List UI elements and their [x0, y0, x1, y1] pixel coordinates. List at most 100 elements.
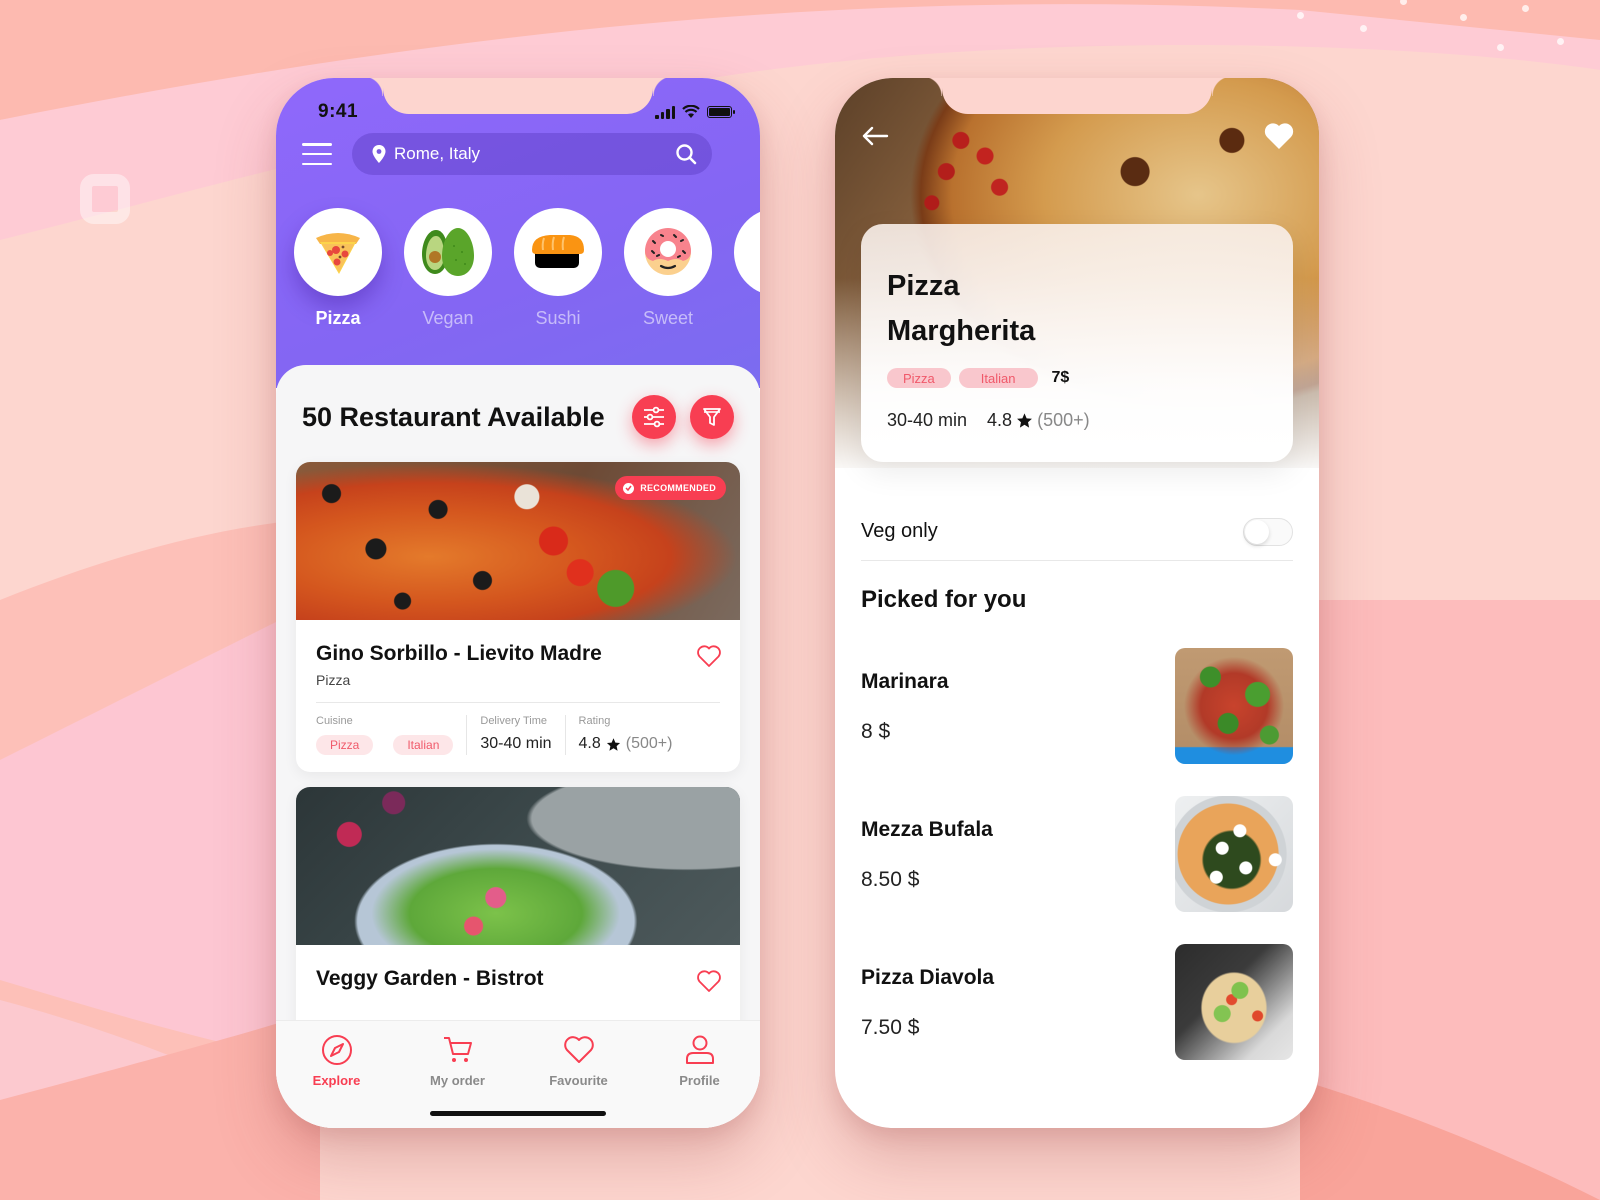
- available-header: 50 Restaurant Available: [302, 395, 734, 439]
- hamburger-menu-icon[interactable]: [302, 143, 332, 165]
- avocado-icon: [422, 228, 474, 276]
- category-label: Sushi: [535, 308, 581, 328]
- restaurant-info-row: Cuisine Pizza Italian Delivery Time 30-4…: [316, 715, 720, 755]
- cuisine-tags: Pizza Italian: [316, 735, 454, 755]
- restaurant-type: Pizza: [316, 672, 351, 688]
- cuisine-tag: Pizza: [316, 735, 374, 755]
- restaurant-card[interactable]: RECOMMENDED Gino Sorbillo - Lievito Madr…: [296, 462, 740, 772]
- cuisine-tag: Italian: [393, 735, 454, 755]
- status-icons: [655, 105, 735, 119]
- category-carousel: Pizza Vegan Sushi Sweet: [294, 208, 760, 329]
- check-circle-icon: [623, 482, 635, 494]
- picked-item-name: Mezza Bufala: [861, 818, 993, 841]
- restaurant-name: Gino Sorbillo - Lievito Madre: [316, 642, 602, 665]
- heart-filled-icon: [1264, 123, 1294, 149]
- sushi-icon: [532, 235, 584, 268]
- background: [0, 0, 1600, 1200]
- top-bar: [302, 133, 712, 175]
- filter-funnel-icon: [703, 408, 721, 426]
- dish-meta: 30-40 min 4.8 (500+): [887, 410, 1267, 431]
- search-icon[interactable]: [674, 142, 698, 166]
- heart-icon: [563, 1036, 594, 1063]
- cart-icon: [443, 1037, 472, 1062]
- nav-profile[interactable]: Profile: [655, 1033, 745, 1128]
- status-bar: 9:41: [318, 100, 735, 124]
- location-search-bar[interactable]: [352, 133, 712, 175]
- star-icon: [606, 737, 620, 751]
- restaurant-photo: RECOMMENDED: [296, 462, 740, 620]
- restaurant-name: Veggy Garden - Bistrot: [316, 967, 544, 990]
- back-button[interactable]: [857, 118, 893, 154]
- picked-item-photo: [1175, 796, 1293, 912]
- picked-item[interactable]: Marinara 8 $: [861, 648, 1293, 764]
- explore-screen-phone: 9:41 Rome, Italy Pizza Vegan Sushi Sweet…: [276, 78, 760, 1128]
- dish-detail-screen-phone: Pizza Margherita Pizza Italian 7$ 30-40 …: [835, 78, 1319, 1128]
- restaurant-card[interactable]: Veggy Garden - Bistrot: [296, 787, 740, 1047]
- category-label: Pizza: [315, 308, 361, 328]
- decorative-dot: [1297, 12, 1304, 19]
- picked-item-photo: [1175, 944, 1293, 1060]
- restaurant-list-panel: 50 Restaurant Available RECOMMENDED Gino…: [276, 365, 760, 1128]
- brand-logo-mark: [80, 174, 130, 224]
- favorite-button[interactable]: [1261, 118, 1297, 154]
- picked-item-name: Marinara: [861, 670, 949, 693]
- recommended-badge: RECOMMENDED: [615, 476, 726, 500]
- favorite-heart-icon[interactable]: [696, 644, 722, 668]
- donut-icon: [645, 228, 691, 275]
- dish-tag: Pizza: [887, 368, 951, 388]
- picked-item-price: 7.50 $: [861, 1016, 920, 1039]
- star-icon: [1017, 413, 1033, 428]
- arrow-left-icon: [862, 126, 889, 146]
- dish-price: 7$: [1051, 369, 1070, 386]
- dish-info-card: Pizza Margherita Pizza Italian 7$ 30-40 …: [861, 224, 1293, 462]
- category-sushi[interactable]: Sushi: [514, 208, 602, 329]
- dish-name: Pizza Margherita: [887, 270, 1036, 347]
- decorative-dot: [1522, 5, 1529, 12]
- pizza-slice-icon: [316, 233, 360, 274]
- category-drinks[interactable]: Dr: [734, 208, 760, 329]
- veg-only-row: Veg only: [861, 503, 1293, 561]
- veg-only-label: Veg only: [861, 520, 938, 542]
- decorative-dot: [1460, 14, 1467, 21]
- nav-explore[interactable]: Explore: [292, 1033, 382, 1128]
- decorative-dot: [1360, 25, 1367, 32]
- bottom-navigation: Explore My order Favourite Profile: [276, 1020, 760, 1128]
- favorite-heart-icon[interactable]: [696, 969, 722, 993]
- decorative-dot: [1497, 44, 1504, 51]
- category-sweet[interactable]: Sweet: [624, 208, 712, 329]
- wifi-icon: [682, 105, 700, 118]
- dish-tags: Pizza Italian 7$: [887, 368, 1267, 388]
- veg-only-toggle[interactable]: [1243, 517, 1293, 546]
- location-pin-icon: [372, 145, 386, 163]
- user-icon: [685, 1035, 714, 1064]
- available-title: 50 Restaurant Available: [302, 401, 605, 432]
- compass-icon: [321, 1035, 352, 1065]
- picked-item[interactable]: Mezza Bufala 8.50 $: [861, 796, 1293, 912]
- dish-rating: 4.8 (500+): [987, 410, 1090, 430]
- location-search-input[interactable]: [394, 144, 674, 164]
- sliders-icon: [644, 406, 664, 428]
- picked-item-name: Pizza Diavola: [861, 966, 995, 989]
- decorative-dot: [1557, 38, 1564, 45]
- background-waves: [0, 0, 1600, 1200]
- status-time: 9:41: [318, 101, 359, 122]
- dish-tag: Italian: [958, 368, 1038, 388]
- category-pizza[interactable]: Pizza: [294, 208, 382, 329]
- category-label: Vegan: [422, 308, 474, 328]
- signal-icon: [655, 105, 675, 119]
- battery-icon: [707, 106, 735, 118]
- delivery-time: 30-40 min: [480, 735, 552, 752]
- filter-button[interactable]: [690, 395, 734, 439]
- divider: [316, 702, 720, 703]
- picked-item-price: 8.50 $: [861, 868, 920, 891]
- picked-item-price: 8 $: [861, 720, 891, 743]
- category-vegan[interactable]: Vegan: [404, 208, 492, 329]
- sort-options-button[interactable]: [632, 395, 676, 439]
- rating: 4.8 (500+): [578, 735, 673, 752]
- picked-item-photo: [1175, 648, 1293, 764]
- category-label: Sweet: [642, 308, 694, 328]
- picked-item[interactable]: Pizza Diavola 7.50 $: [861, 944, 1293, 1060]
- picked-for-you-title: Picked for you: [861, 586, 1027, 613]
- dish-time: 30-40 min: [887, 410, 968, 430]
- restaurant-photo: [296, 787, 740, 945]
